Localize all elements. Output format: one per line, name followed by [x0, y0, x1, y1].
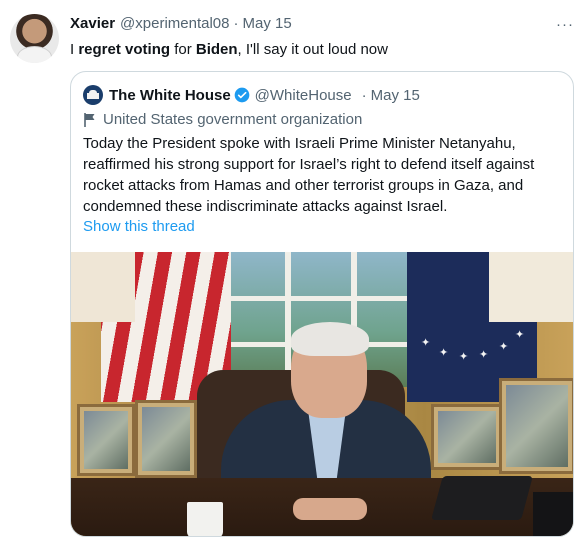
show-thread-link[interactable]: Show this thread	[83, 218, 195, 235]
government-label-text: United States government organization	[103, 111, 363, 128]
white-house-logo[interactable]	[83, 85, 103, 105]
quoted-tweet-text: Today the President spoke with Israeli P…	[83, 133, 563, 217]
star-icon: ✦	[421, 337, 431, 349]
quoted-tweet-date[interactable]: May 15	[371, 87, 420, 104]
separator-dot: ·	[233, 14, 239, 32]
framed-photo	[84, 411, 128, 469]
star-icon: ✦	[459, 351, 469, 363]
lamp-shade	[71, 252, 135, 322]
tweet-date[interactable]: May 15	[243, 15, 292, 32]
tweet-photo[interactable]: ✦ ✦ ✦ ✦ ✦ ✦	[71, 252, 573, 536]
quoted-tweet-header: The White House @WhiteHouse · May 15	[83, 84, 420, 106]
quoted-text-line: reaffirmed his strong support for Israel…	[83, 156, 535, 173]
framed-photo	[438, 411, 496, 463]
tweet[interactable]: Xavier @xperimental08 · May 15 ··· I reg…	[0, 0, 578, 539]
tweet-text-bold: Biden	[195, 41, 238, 58]
quoted-tweet[interactable]: The White House @WhiteHouse · May 15 Uni…	[70, 71, 574, 537]
quoted-text-line: condemned these indiscriminate attacks a…	[83, 198, 448, 215]
desk-phone	[533, 492, 573, 536]
verified-badge-icon	[234, 87, 250, 103]
picture-frame	[431, 404, 503, 470]
more-options-icon[interactable]: ···	[556, 16, 574, 33]
avatar[interactable]	[10, 14, 59, 63]
star-icon: ✦	[439, 347, 449, 359]
quoted-text-line: Today the President spoke with Israeli P…	[83, 135, 516, 152]
quoted-author-name[interactable]: The White House	[109, 87, 231, 104]
government-label: United States government organization	[83, 111, 362, 128]
avatar-shirt	[17, 46, 52, 63]
coffee-cup	[187, 502, 223, 536]
quoted-text-line: rocket attacks from Hamas and other terr…	[83, 177, 524, 194]
star-icon: ✦	[515, 329, 525, 341]
window-mullion	[221, 296, 421, 301]
picture-frame	[499, 378, 573, 474]
separator-dot: ·	[361, 86, 367, 104]
lamp-shade	[489, 252, 573, 322]
star-icon: ✦	[499, 341, 509, 353]
framed-photo	[142, 407, 190, 471]
tweet-text-bold: regret voting	[78, 41, 171, 58]
quoted-author-handle[interactable]: @WhiteHouse	[255, 87, 352, 104]
tweet-header: Xavier @xperimental08 · May 15	[70, 13, 292, 33]
hair	[291, 322, 369, 356]
tweet-text-part: for	[170, 41, 196, 58]
picture-frame	[77, 404, 135, 476]
picture-frame	[135, 400, 197, 478]
star-icon: ✦	[479, 349, 489, 361]
government-flag-icon	[84, 112, 95, 127]
framed-photo	[506, 385, 568, 467]
tweet-text: I regret voting for Biden, I'll say it o…	[70, 40, 388, 60]
author-handle[interactable]: @xperimental08	[120, 15, 229, 32]
hands	[293, 498, 367, 520]
logo-building	[87, 93, 99, 99]
tweet-text-part: , I'll say it out loud now	[237, 41, 388, 58]
author-name[interactable]: Xavier	[70, 15, 115, 32]
desk-phone	[431, 476, 533, 520]
